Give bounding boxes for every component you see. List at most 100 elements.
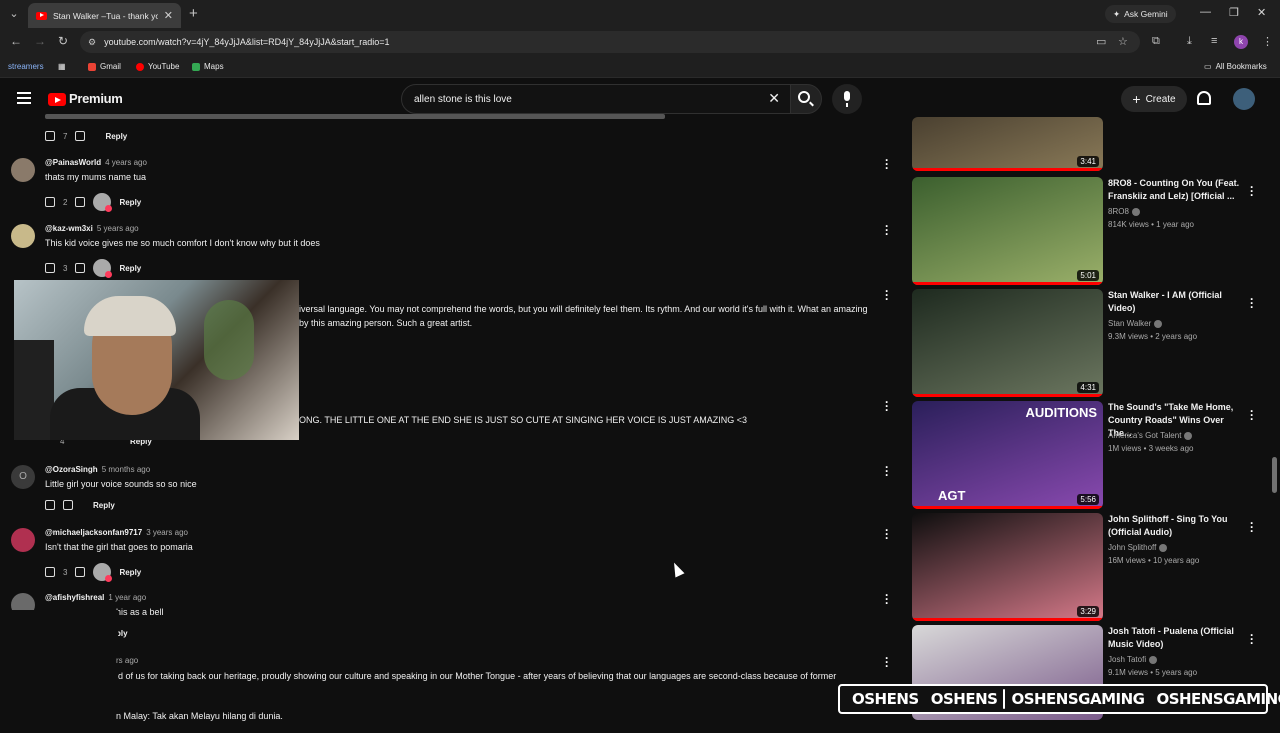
ask-gemini-button[interactable]: ✦ Ask Gemini — [1105, 5, 1176, 23]
video-thumbnail[interactable]: 4:31 — [912, 289, 1103, 397]
commenter-avatar[interactable]: O — [11, 465, 35, 489]
tab-search-icon[interactable]: ⌄ — [6, 6, 22, 22]
comment-author[interactable]: @michaeljacksonfan9717 3 years ago — [45, 528, 188, 537]
comment-author[interactable]: @kaz-wm3xi 5 years ago — [45, 224, 139, 233]
reply-button[interactable]: Reply — [105, 132, 127, 141]
like-icon[interactable] — [45, 263, 55, 273]
close-window-icon[interactable]: ✕ — [1257, 6, 1266, 19]
video-title[interactable]: Josh Tatofi - Pualena (Official Music Vi… — [1108, 625, 1248, 651]
video-menu-icon[interactable]: · · · — [1250, 181, 1254, 201]
bookmarks-bar: streamers ▦ Gmail YouTube Maps ▭ All Book… — [0, 56, 1280, 78]
reply-button[interactable]: Reply — [119, 568, 141, 577]
youtube-brand[interactable]: Premium — [69, 91, 123, 106]
like-icon[interactable] — [45, 567, 55, 577]
recommended-video[interactable]: 5:01 8RO8 - Counting On You (Feat. Fransk… — [912, 177, 1272, 285]
comment-menu-icon[interactable]: · · · — [885, 154, 889, 174]
menu-icon[interactable] — [17, 92, 31, 104]
search-input[interactable]: allen stone is this love ✕ — [401, 84, 791, 114]
video-title[interactable]: 8RO8 - Counting On You (Feat. Franskiiz … — [1108, 177, 1248, 203]
downloads-icon[interactable]: ⤓ — [1187, 35, 1192, 48]
comment-menu-icon[interactable]: · · · — [885, 524, 889, 544]
commenter-avatar[interactable] — [11, 528, 35, 552]
reload-icon[interactable]: ↻ — [58, 34, 68, 48]
channel-name[interactable]: Josh Tatofi — [1108, 655, 1158, 664]
comment-menu-icon[interactable]: · · · — [885, 589, 889, 609]
scrollbar-thumb[interactable] — [1272, 457, 1277, 493]
dislike-icon[interactable] — [75, 567, 86, 577]
bookmark-star-icon[interactable]: ☆ — [1118, 35, 1128, 48]
video-menu-icon[interactable]: · · · — [1250, 405, 1254, 425]
restore-icon[interactable]: ❐ — [1229, 6, 1239, 19]
recommended-video[interactable]: 3:29 John Splithoff - Sing To You (Offici… — [912, 513, 1272, 621]
comment-menu-icon[interactable]: · · · — [885, 652, 889, 672]
video-title[interactable]: John Splithoff - Sing To You (Official A… — [1108, 513, 1248, 539]
video-meta: 814K views • 1 year ago — [1108, 220, 1194, 229]
browser-tab[interactable]: Stan Walker –Tua - thank you li ✕ — [28, 3, 181, 28]
video-thumbnail[interactable]: 3:41 — [912, 117, 1103, 171]
dislike-icon[interactable] — [63, 500, 73, 510]
video-title[interactable]: Stan Walker - I AM (Official Video) — [1108, 289, 1248, 315]
comment-author[interactable]: @afishyfishreal 1 year ago — [45, 593, 146, 602]
video-menu-icon[interactable]: · · · — [1250, 293, 1254, 313]
youtube-favicon-icon — [36, 11, 47, 20]
browser-menu-icon[interactable]: ⋮ — [1262, 35, 1273, 48]
comment-menu-icon[interactable]: · · · — [885, 461, 889, 481]
reply-button[interactable]: Reply — [119, 264, 141, 273]
minimize-icon[interactable]: — — [1200, 6, 1211, 18]
comment-menu-icon[interactable]: · · · — [885, 285, 889, 305]
dislike-icon[interactable] — [75, 131, 86, 141]
comment-author[interactable]: @PainasWorld 4 years ago — [45, 158, 147, 167]
bookmark-streamers[interactable]: streamers — [8, 62, 44, 71]
cast-icon[interactable]: ▭ — [1096, 35, 1106, 48]
site-info-icon[interactable]: ⚙ — [88, 37, 96, 48]
comment-menu-icon[interactable]: · · · — [885, 396, 889, 416]
video-menu-icon[interactable]: · · · — [1250, 517, 1254, 537]
streamer-cap — [84, 296, 176, 336]
clear-search-icon[interactable]: ✕ — [768, 90, 780, 107]
create-button[interactable]: + Create — [1121, 86, 1187, 112]
video-thumbnail[interactable]: 3:29 — [912, 513, 1103, 621]
voice-search-icon[interactable] — [832, 84, 862, 114]
bookmark-maps[interactable]: Maps — [192, 62, 224, 71]
media-icon[interactable]: ≡ — [1211, 35, 1217, 47]
notifications-icon[interactable] — [1197, 91, 1211, 105]
recommended-video[interactable]: Josh Tatofi - Pualena (Official Music Vi… — [912, 625, 1272, 733]
like-icon[interactable] — [45, 197, 55, 207]
close-tab-icon[interactable]: ✕ — [164, 9, 173, 22]
comment-author[interactable]: @OzoraSingh 5 months ago — [45, 465, 150, 474]
video-menu-icon[interactable]: · · · — [1250, 629, 1254, 649]
channel-name[interactable]: 8RO8 — [1108, 207, 1140, 216]
bookmark-gmail[interactable]: Gmail — [88, 62, 121, 71]
search-icon — [798, 91, 810, 103]
youtube-account-avatar[interactable] — [1233, 88, 1255, 110]
apps-grid-icon[interactable]: ▦ — [58, 62, 66, 71]
extensions-icon[interactable]: ⧉ — [1152, 35, 1160, 48]
commenter-avatar[interactable] — [11, 158, 35, 182]
channel-name[interactable]: Stan Walker — [1108, 319, 1163, 328]
commenter-avatar[interactable] — [11, 224, 35, 248]
channel-name[interactable]: John Splithoff — [1108, 543, 1168, 552]
dislike-icon[interactable] — [75, 263, 86, 273]
plus-icon: + — [1132, 91, 1141, 107]
reply-button[interactable]: Reply — [119, 198, 141, 207]
new-tab-icon[interactable]: + — [189, 5, 198, 22]
dislike-icon[interactable] — [75, 197, 86, 207]
omnibox[interactable]: ⚙ youtube.com/watch?v=4jY_84yJjJA&list=R… — [80, 31, 1140, 53]
search-query: allen stone is this love — [414, 94, 512, 105]
reply-button[interactable]: Reply — [93, 501, 115, 510]
like-icon[interactable] — [45, 500, 55, 510]
video-thumbnail[interactable]: 5:01 — [912, 177, 1103, 285]
back-icon[interactable]: ← — [10, 34, 22, 48]
forward-icon[interactable]: → — [34, 34, 46, 48]
channel-name[interactable]: America's Got Talent — [1108, 431, 1193, 440]
video-thumbnail[interactable]: AUDITIONS AGT 5:56 — [912, 401, 1103, 509]
recommended-video[interactable]: 4:31 Stan Walker - I AM (Official Video) S… — [912, 289, 1272, 397]
comment-menu-icon[interactable]: · · · — [885, 220, 889, 240]
bookmark-youtube[interactable]: YouTube — [136, 62, 179, 71]
profile-avatar[interactable]: k — [1234, 35, 1248, 49]
like-icon[interactable] — [45, 131, 55, 141]
youtube-logo-icon[interactable] — [48, 93, 66, 106]
tab-title: Stan Walker –Tua - thank you li — [53, 10, 158, 21]
recommended-video[interactable]: AUDITIONS AGT 5:56 The Sound's "Take Me Hom… — [912, 401, 1272, 509]
all-bookmarks[interactable]: ▭ All Bookmarks — [1204, 62, 1267, 71]
